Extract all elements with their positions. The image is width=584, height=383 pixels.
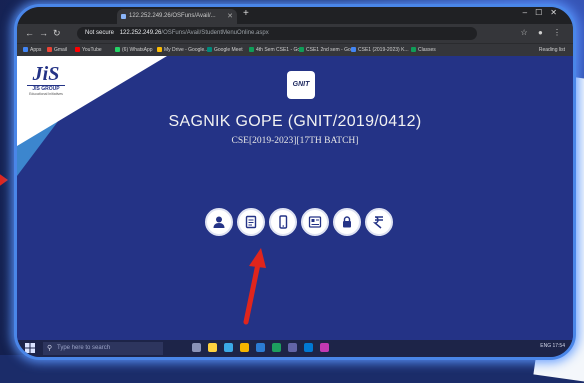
bookmark-favicon-icon	[75, 47, 80, 52]
window-controls[interactable]: –☐✕	[523, 8, 565, 17]
photos-icon[interactable]	[320, 343, 329, 352]
bookmark-label: CSE1 2nd sem - Go...	[306, 47, 355, 53]
favicon-icon	[121, 14, 126, 19]
windows-taskbar: ⚲ Type here to search ENG 17:54	[17, 340, 573, 357]
payment-icon[interactable]	[365, 208, 393, 236]
bookmark-favicon-icon	[249, 47, 254, 52]
bookmark-favicon-icon	[115, 47, 120, 52]
url-path: /OSFuns/Avail/StudentMenuOnline.aspx	[161, 30, 269, 36]
bookmark-label: (6) WhatsApp	[122, 47, 153, 53]
search-placeholder: Type here to search	[57, 345, 111, 351]
tab-close-icon[interactable]: ✕	[227, 9, 233, 24]
back-icon[interactable]: ←	[25, 28, 34, 38]
bookmark-favicon-icon	[351, 47, 356, 52]
url-host: 122.252.249.26	[119, 30, 162, 36]
lock-icon[interactable]	[333, 208, 361, 236]
forward-icon[interactable]: →	[39, 28, 48, 38]
system-tray[interactable]: ENG 17:54	[540, 343, 565, 349]
bookmark-label: Classes	[418, 47, 436, 53]
reload-icon[interactable]: ↻	[53, 28, 61, 39]
not-secure-label: Not secure	[85, 30, 115, 36]
bookmark-favicon-icon	[411, 47, 416, 52]
tab-title: 122.252.249.26/OSFuns/Avail/...	[129, 13, 216, 19]
bookmark-label: Apps	[30, 47, 42, 53]
bookmark-favicon-icon	[47, 47, 52, 52]
profile-icon[interactable]	[205, 208, 233, 236]
teams-icon[interactable]	[288, 343, 297, 352]
bookmark-label: Gmail	[54, 47, 68, 53]
student-portal-page: JiS JIS GROUP Educational Initiatives GN…	[17, 56, 573, 340]
student-name: SAGNIK GOPE (GNIT/2019/0412)	[168, 113, 422, 130]
address-bar[interactable]: Not secure 122.252.249.26/OSFuns/Avail/S…	[77, 27, 477, 40]
word-icon[interactable]	[256, 343, 265, 352]
taskview-icon[interactable]	[192, 343, 201, 352]
bookmark-favicon-icon	[299, 47, 304, 52]
bookmark-label: My Drive - Google...	[164, 47, 209, 53]
id-card-icon[interactable]	[301, 208, 329, 236]
bookmark-label: 4th Sem CSE1 - Go...	[256, 47, 305, 53]
left-red-arrow	[0, 170, 8, 190]
windows-start-icon[interactable]	[25, 343, 35, 353]
gnit-logo: GNIT	[287, 71, 315, 99]
phone-icon[interactable]	[269, 208, 297, 236]
search-icon: ⚲	[47, 345, 53, 352]
browser-toolbar: ← → ↻ Not secure 122.252.249.26/OSFuns/A…	[17, 24, 573, 43]
bookmark-label: CSE1 (2019-2023) K...	[358, 47, 409, 53]
bookmarks-bar: Apps Gmail YouTube (6) WhatsApp My Drive - G…	[17, 43, 573, 57]
red-pointer-arrow	[243, 248, 266, 325]
store-icon[interactable]	[304, 343, 313, 352]
taskbar-search-input[interactable]: ⚲ Type here to search	[43, 342, 163, 355]
excel-icon[interactable]	[272, 343, 281, 352]
chrome-icon[interactable]	[240, 343, 249, 352]
edge-icon[interactable]	[224, 343, 233, 352]
bookmark-label: Google Meet	[214, 47, 243, 53]
browser-tabstrip: 122.252.249.26/OSFuns/Avail/... ✕ + –☐✕	[17, 7, 573, 24]
bookmark-label: YouTube	[82, 47, 102, 53]
bookmark-favicon-icon	[157, 47, 162, 52]
jis-group-logo: JiS JIS GROUP Educational Initiatives	[27, 64, 65, 104]
browser-tab[interactable]: 122.252.249.26/OSFuns/Avail/... ✕	[117, 9, 237, 24]
screenshot-frame: 122.252.249.26/OSFuns/Avail/... ✕ + –☐✕ …	[14, 4, 576, 360]
bookmark-favicon-icon	[207, 47, 212, 52]
file-explorer-icon[interactable]	[208, 343, 217, 352]
extension-icons[interactable]: ☆ ● ⋮	[521, 28, 565, 37]
student-batch: CSE[2019-2023][17TH BATCH]	[231, 136, 359, 146]
new-tab-icon[interactable]: +	[243, 8, 249, 19]
document-icon[interactable]	[237, 208, 265, 236]
bookmark-favicon-icon	[23, 47, 28, 52]
